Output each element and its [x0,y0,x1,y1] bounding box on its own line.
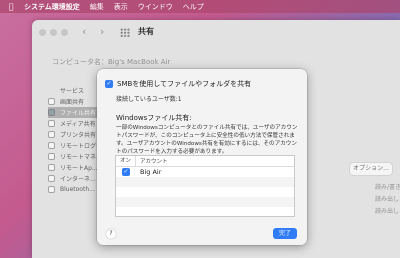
done-button[interactable]: 完了 [273,228,297,239]
empty-row [116,207,294,216]
windows-sharing-description: 一部のWindowsコンピュータとのファイル共有では、ユーザのアカウントパスワー… [116,125,298,155]
menu-edit[interactable]: 編集 [90,2,104,12]
menu-help[interactable]: ヘルプ [183,2,204,12]
apple-icon[interactable]:  [4,2,18,11]
menu-bar:  システム環境設定 編集 表示 ウインドウ ヘルプ [0,0,400,13]
column-header-on[interactable]: オン [116,156,136,166]
file-sharing-options-sheet: ✓ SMBを使用してファイルやフォルダを共有 接続しているユーザ数:1 Wind… [97,69,307,245]
account-name: Big Air [140,168,162,176]
column-header-account[interactable]: アカウント [136,157,168,165]
connected-users-label: 接続しているユーザ数:1 [116,96,182,103]
smb-option[interactable]: ✓ SMBを使用してファイルやフォルダを共有 [105,79,251,89]
menu-view[interactable]: 表示 [114,2,128,12]
menu-window[interactable]: ウインドウ [138,2,173,12]
table-header: オン アカウント [116,156,294,167]
empty-row [116,177,294,187]
checkmark-icon[interactable]: ✓ [105,80,113,88]
account-enabled-checkbox[interactable]: ✓ [122,168,130,176]
smb-label: SMBを使用してファイルやフォルダを共有 [117,80,252,88]
empty-row [116,197,294,207]
menu-app-name[interactable]: システム環境設定 [24,2,80,12]
help-button[interactable]: ? [106,229,116,239]
table-row[interactable]: ✓ Big Air [116,167,294,177]
windows-sharing-title: Windowsファイル共有: [116,114,192,122]
accounts-table: オン アカウント ✓ Big Air [115,155,295,217]
empty-row [116,187,294,197]
